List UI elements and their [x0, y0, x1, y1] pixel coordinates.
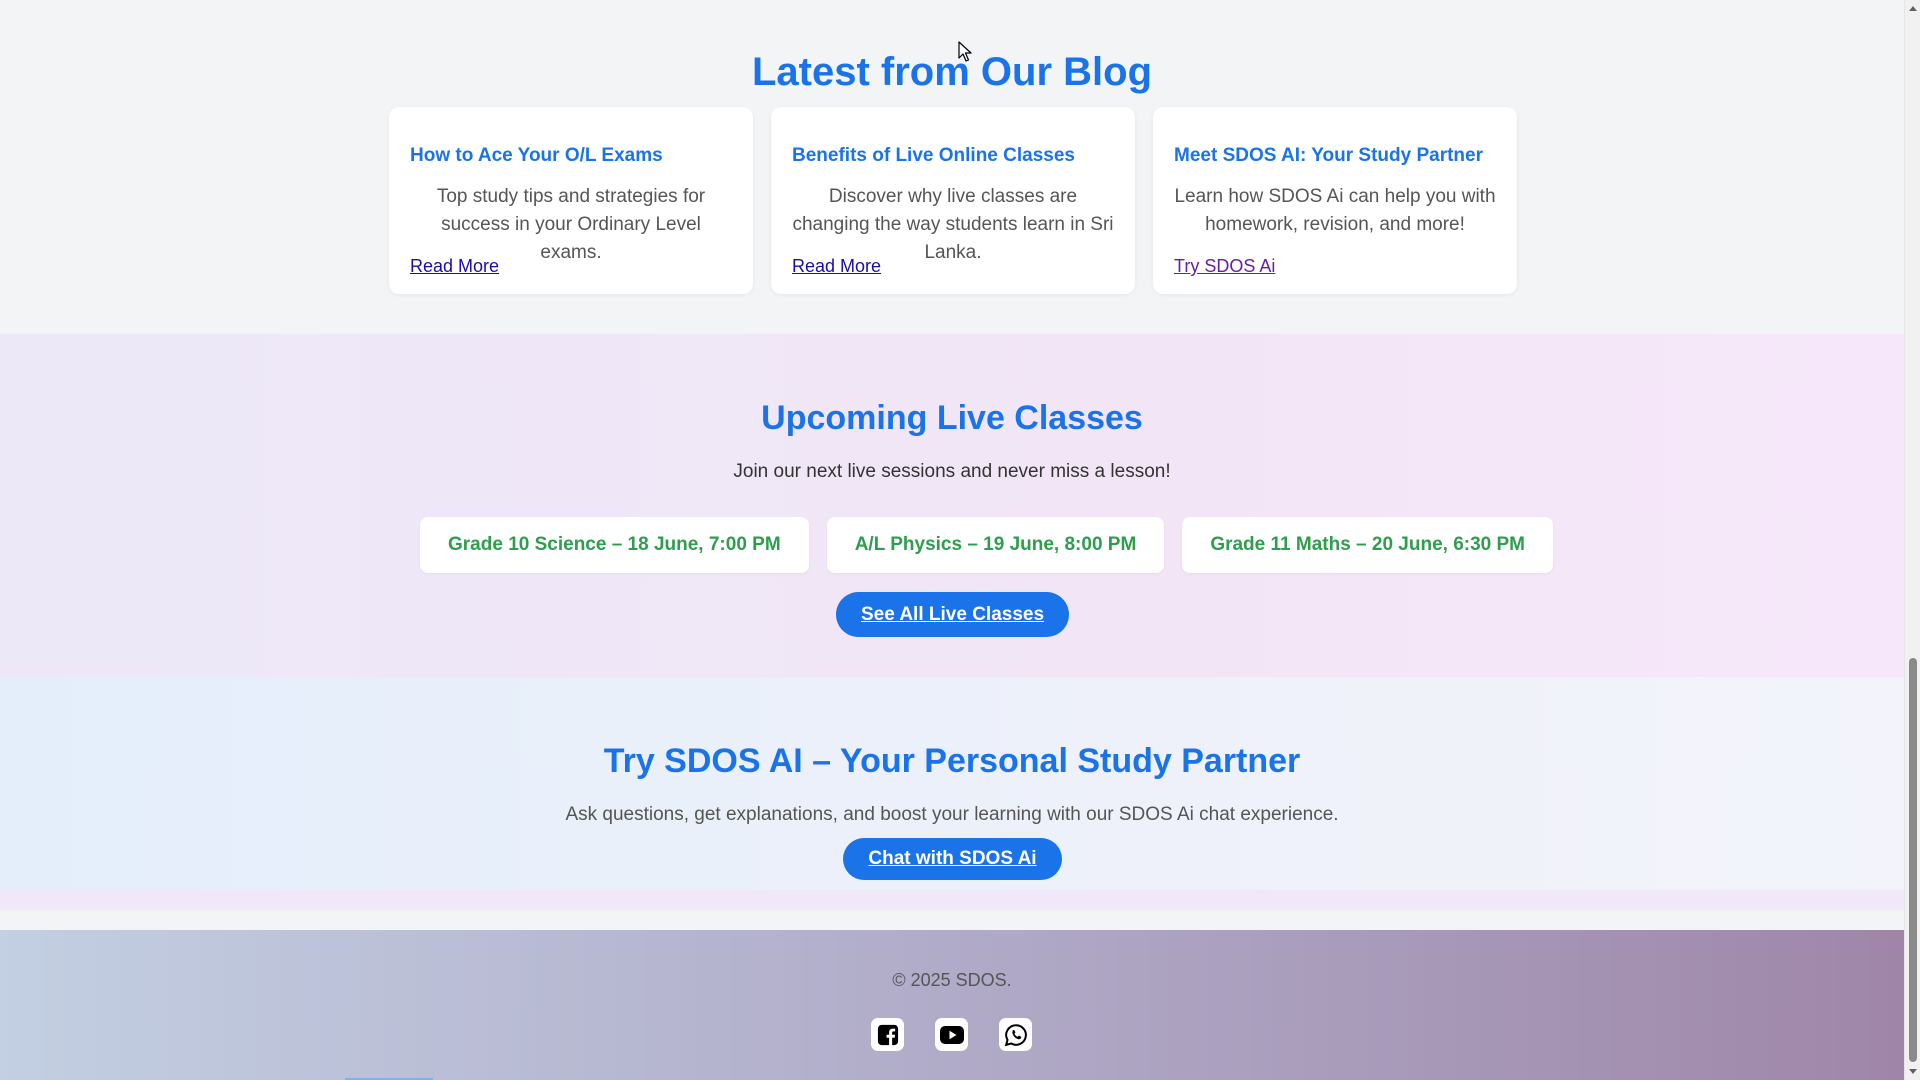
- facebook-icon[interactable]: [871, 1018, 904, 1051]
- social-links: [871, 1018, 1032, 1051]
- blog-section: Latest from Our Blog How to Ace Your O/L…: [0, 0, 1904, 334]
- blog-card-text: Top study tips and strategies for succes…: [436, 186, 706, 263]
- live-class-item: A/L Physics – 19 June, 8:00 PM: [826, 517, 1165, 573]
- live-classes-subtitle: Join our next live sessions and never mi…: [733, 461, 1171, 482]
- vertical-scrollbar[interactable]: [1904, 0, 1920, 1080]
- live-class-item: Grade 10 Science – 18 June, 7:00 PM: [420, 517, 809, 573]
- youtube-icon[interactable]: [935, 1018, 968, 1051]
- live-class-item: Grade 11 Maths – 20 June, 6:30 PM: [1182, 517, 1554, 573]
- scroll-up-arrow-icon[interactable]: [1909, 6, 1917, 11]
- see-all-live-classes-button[interactable]: See All Live Classes: [836, 592, 1069, 637]
- live-classes-section: Upcoming Live Classes Join our next live…: [0, 334, 1904, 677]
- copyright-text: © 2025 SDOS.: [892, 970, 1012, 990]
- blog-card-title: How to Ace Your O/L Exams: [410, 145, 663, 166]
- whatsapp-icon[interactable]: [999, 1018, 1032, 1051]
- ai-section: Try SDOS AI – Your Personal Study Partne…: [0, 677, 1904, 910]
- read-more-link[interactable]: Read More: [792, 256, 881, 277]
- blog-card: How to Ace Your O/L Exams Top study tips…: [389, 107, 753, 294]
- blog-card: Benefits of Live Online Classes Discover…: [771, 107, 1135, 294]
- ai-subtitle: Ask questions, get explanations, and boo…: [565, 804, 1339, 825]
- blog-title: Latest from Our Blog: [751, 50, 1153, 94]
- scrollbar-thumb[interactable]: [1909, 658, 1917, 1062]
- try-sdos-ai-link[interactable]: Try SDOS Ai: [1174, 256, 1275, 277]
- blog-card-text: Learn how SDOS Ai can help you with home…: [1174, 186, 1496, 235]
- blog-cards: How to Ace Your O/L Exams Top study tips…: [389, 107, 1517, 294]
- chat-with-sdos-ai-button[interactable]: Chat with SDOS Ai: [843, 838, 1062, 880]
- live-class-list: Grade 10 Science – 18 June, 7:00 PM A/L …: [420, 517, 1554, 573]
- footer: © 2025 SDOS.: [0, 930, 1904, 1080]
- blog-card-text: Discover why live classes are changing t…: [792, 186, 1114, 263]
- mouse-cursor-icon: [958, 41, 972, 62]
- read-more-link[interactable]: Read More: [410, 256, 499, 277]
- live-classes-title: Upcoming Live Classes: [761, 399, 1143, 437]
- blog-card: Meet SDOS AI: Your Study Partner Learn h…: [1153, 107, 1517, 294]
- blog-card-title: Meet SDOS AI: Your Study Partner: [1174, 145, 1483, 166]
- ai-title: Try SDOS AI – Your Personal Study Partne…: [603, 742, 1301, 780]
- page: Latest from Our Blog How to Ace Your O/L…: [0, 0, 1904, 1080]
- blog-card-title: Benefits of Live Online Classes: [792, 145, 1075, 166]
- scroll-down-arrow-icon[interactable]: [1909, 1069, 1917, 1074]
